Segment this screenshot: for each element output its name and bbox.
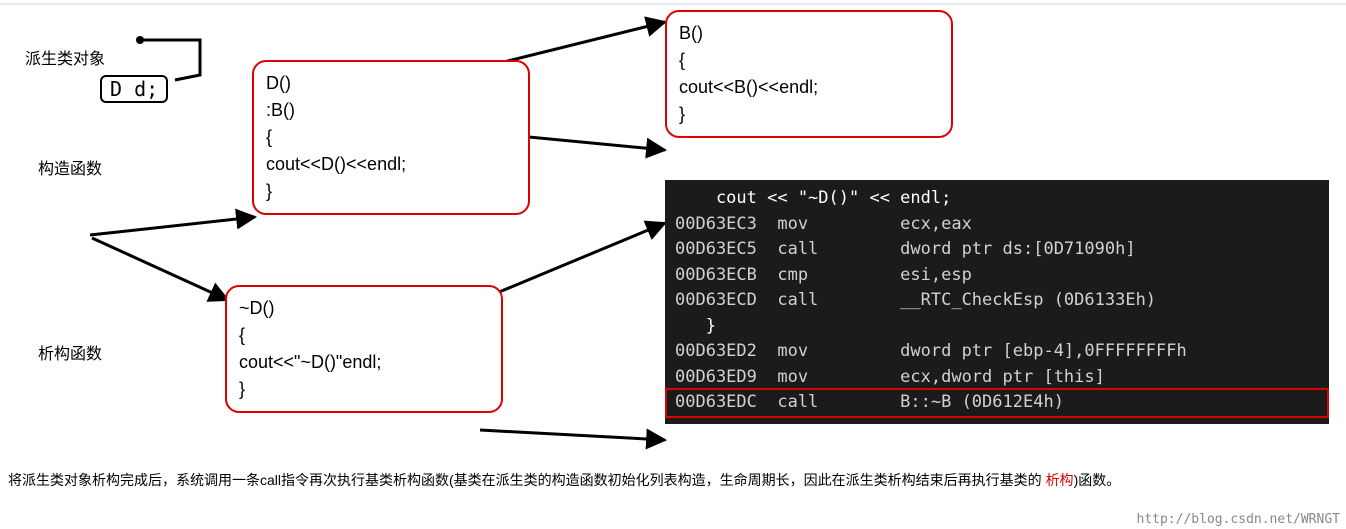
asm-row: 00D63ED9 mov ecx,dword ptr [this] xyxy=(675,365,1319,391)
box-d-destructor: ~D() { cout<<"~D()"endl; } xyxy=(225,285,503,413)
asm-source-line: cout << "~D()" << endl; xyxy=(675,186,1319,212)
box-declaration: D d; xyxy=(100,75,168,103)
code-line: { xyxy=(239,322,489,349)
asm-row: 00D63ECD call __RTC_CheckEsp (0D6133Eh) xyxy=(675,288,1319,314)
diagram-canvas: 派生类对象 构造函数 析构函数 D d; D() :B() { cout<<D(… xyxy=(0,0,1346,529)
caption-part1: 将派生类对象析构完成后，系统调用一条call指令再次执行基类析构函数(基类在派生… xyxy=(8,472,1046,488)
asm-row: 00D63ED2 mov dword ptr [ebp-4],0FFFFFFFF… xyxy=(675,339,1319,365)
caption-text: 将派生类对象析构完成后，系统调用一条call指令再次执行基类析构函数(基类在派生… xyxy=(8,470,1120,490)
label-destructor: 析构函数 xyxy=(38,340,102,364)
code-line: D() xyxy=(266,70,516,97)
box-d-constructor: D() :B() { cout<<D()<<endl; } xyxy=(252,60,530,215)
box-b-constructor: B() { cout<<B()<<endl; } xyxy=(665,10,953,138)
code-line: :B() xyxy=(266,97,516,124)
code-line: cout<<"~D()"endl; xyxy=(239,349,489,376)
code-line: B() xyxy=(679,20,939,47)
asm-source-brace: } xyxy=(675,314,1319,340)
code-line: { xyxy=(679,47,939,74)
code-line: } xyxy=(266,178,516,205)
asm-row: 00D63EC3 mov ecx,eax xyxy=(675,212,1319,238)
code-line: ~D() xyxy=(239,295,489,322)
code-line: { xyxy=(266,124,516,151)
code-line: cout<<B()<<endl; xyxy=(679,74,939,101)
label-constructor: 构造函数 xyxy=(38,155,102,179)
caption-red: 析构 xyxy=(1046,472,1074,488)
disassembly-panel: cout << "~D()" << endl; 00D63EC3 mov ecx… xyxy=(665,180,1329,424)
caption-part2: )函数。 xyxy=(1074,472,1121,488)
watermark: http://blog.csdn.net/WRNGT xyxy=(1137,512,1341,527)
code-line: cout<<D()<<endl; xyxy=(266,151,516,178)
asm-row: 00D63ECB cmp esi,esp xyxy=(675,263,1319,289)
label-derived-object: 派生类对象 xyxy=(25,45,105,69)
asm-row: 00D63EC5 call dword ptr ds:[0D71090h] xyxy=(675,237,1319,263)
asm-row-highlighted: 00D63EDC call B::~B (0D612E4h) xyxy=(665,388,1329,418)
code-line: } xyxy=(679,101,939,128)
code-line: } xyxy=(239,376,489,403)
